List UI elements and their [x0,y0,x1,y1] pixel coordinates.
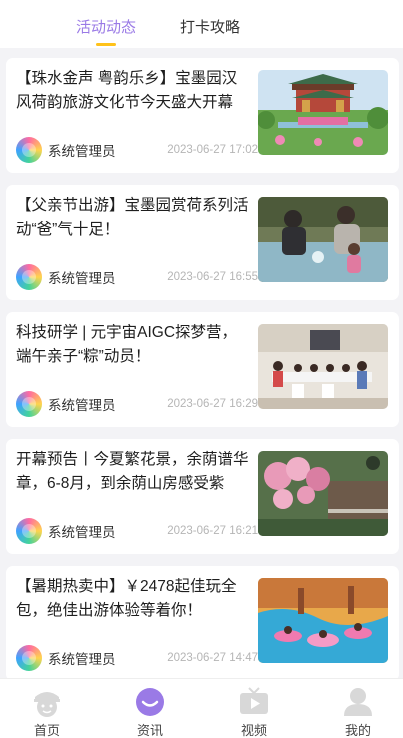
avatar [16,518,42,544]
tab-checkin-guide[interactable]: 打卡攻略 [179,16,241,48]
home-face-icon [34,692,60,717]
tab-label: 打卡攻略 [179,19,240,36]
article-meta: 系统管理员 2023-06-27 16:55 [16,264,258,290]
avatar [16,264,42,290]
article-author: 系统管理员 [48,271,116,286]
article-card[interactable]: 科技研学 | 元宇宙AIGC探梦营，端午亲子“粽”动员！ 系统管理员 2023-… [6,312,399,427]
article-author: 系统管理员 [48,398,116,413]
article-time: 2023-06-27 16:21 [167,525,258,537]
article-thumbnail [258,578,388,663]
article-meta: 系统管理员 2023-06-27 16:29 [16,391,258,417]
article-card[interactable]: 开幕预告丨今夏繁花景，余荫谱华章，6-8月，到余荫山房感受紫 系统管理员 202… [6,439,399,554]
nav-label: 视频 [240,723,267,738]
article-time: 2023-06-27 16:29 [167,398,258,410]
video-tv-icon [240,687,268,714]
article-title: 【珠水金声 粤韵乐乡】宝墨园汉风荷韵旅游文化节今天盛大开幕 [16,70,238,111]
avatar [16,645,42,671]
article-author: 系统管理员 [48,144,116,159]
article-time: 2023-06-27 14:47 [167,652,258,664]
article-thumbnail [258,451,388,536]
children-classroom-image [258,324,388,409]
article-card[interactable]: 【珠水金声 粤韵乐乡】宝墨园汉风荷韵旅游文化节今天盛大开幕 系统管理员 2023… [6,58,399,173]
article-meta: 系统管理员 2023-06-27 16:21 [16,518,258,544]
nav-label: 首页 [33,723,60,738]
news-smile-icon [136,688,164,716]
avatar [16,137,42,163]
nav-news[interactable]: 资讯 [115,684,185,738]
nav-label: 我的 [344,723,371,738]
active-tab-indicator [96,43,116,46]
nav-label: 资讯 [136,723,163,738]
father-child-water-image [258,197,388,282]
article-thumbnail [258,197,388,282]
pavilion-lotus-image [258,70,388,155]
nav-video[interactable]: 视频 [219,684,289,738]
article-card[interactable]: 【父亲节出游】宝墨园赏荷系列活动“爸”气十足！ 系统管理员 2023-06-27… [6,185,399,300]
nav-profile[interactable]: 我的 [323,684,393,738]
article-time: 2023-06-27 17:02 [167,144,258,156]
article-author: 系统管理员 [48,652,116,667]
profile-person-icon [344,688,372,716]
article-author: 系统管理员 [48,525,116,540]
bottom-navigation: 首页 资讯 视频 我的 [0,678,403,738]
article-meta: 系统管理员 2023-06-27 17:02 [16,137,258,163]
article-card[interactable]: 【暑期热卖中】￥2478起佳玩全包，绝佳出游体验等着你！ 系统管理员 2023-… [6,566,399,681]
article-thumbnail [258,324,388,409]
avatar [16,391,42,417]
article-thumbnail [258,70,388,155]
water-park-image [258,578,388,663]
tab-activity-news[interactable]: 活动动态 [75,16,137,48]
article-time: 2023-06-27 16:55 [167,271,258,283]
crape-myrtle-garden-image [258,451,388,536]
article-title: 【父亲节出游】宝墨园赏荷系列活动“爸”气十足！ [16,197,249,238]
article-title: 【暑期热卖中】￥2478起佳玩全包，绝佳出游体验等着你！ [16,578,237,619]
nav-home[interactable]: 首页 [12,684,82,738]
tab-label: 活动动态 [75,19,136,36]
top-tab-bar: 活动动态 打卡攻略 [0,0,403,48]
article-list: 【珠水金声 粤韵乐乡】宝墨园汉风荷韵旅游文化节今天盛大开幕 系统管理员 2023… [6,58,399,693]
article-title: 开幕预告丨今夏繁花景，余荫谱华章，6-8月，到余荫山房感受紫 [16,451,249,492]
article-title: 科技研学 | 元宇宙AIGC探梦营，端午亲子“粽”动员！ [16,324,238,365]
article-meta: 系统管理员 2023-06-27 14:47 [16,645,258,671]
